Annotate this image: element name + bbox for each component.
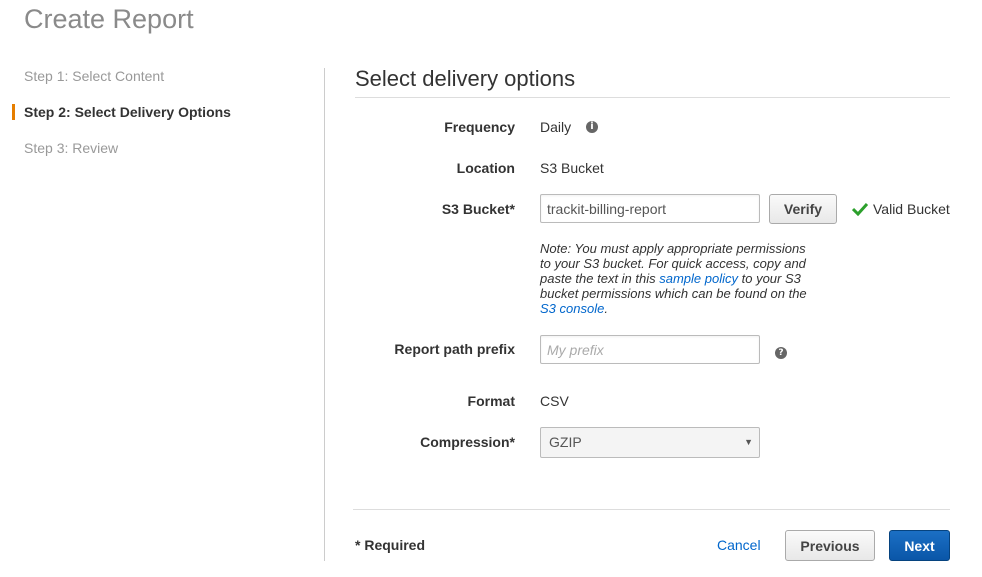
frequency-label: Frequency bbox=[444, 119, 515, 135]
format-label: Format bbox=[467, 393, 515, 409]
section-title: Select delivery options bbox=[355, 66, 576, 91]
page-title: Create Report bbox=[24, 4, 194, 34]
compression-select[interactable]: GZIP ▼ bbox=[540, 427, 760, 458]
frequency-value: Daily bbox=[540, 119, 572, 135]
cancel-link[interactable]: Cancel bbox=[717, 537, 761, 553]
vertical-divider bbox=[324, 68, 325, 561]
wizard-steps: Step 1: Select Content Step 2: Select De… bbox=[12, 64, 312, 172]
s3-permission-note: Note: You must apply appropriate permiss… bbox=[540, 241, 815, 316]
required-note: * Required bbox=[355, 537, 426, 553]
checkmark-icon bbox=[852, 202, 868, 216]
step-review[interactable]: Step 3: Review bbox=[12, 136, 312, 172]
report-path-prefix-label: Report path prefix bbox=[394, 341, 515, 357]
s3-console-link[interactable]: S3 console bbox=[540, 301, 604, 316]
compression-selected-value: GZIP bbox=[549, 434, 582, 450]
info-icon[interactable]: i bbox=[586, 121, 598, 133]
step-select-content[interactable]: Step 1: Select Content bbox=[12, 64, 312, 100]
section-divider bbox=[355, 97, 950, 98]
step-select-delivery-options[interactable]: Step 2: Select Delivery Options bbox=[12, 100, 312, 136]
compression-label: Compression* bbox=[420, 434, 515, 450]
valid-bucket-status: Valid Bucket bbox=[852, 201, 950, 217]
caret-down-icon: ▼ bbox=[744, 437, 753, 447]
footer-divider bbox=[353, 509, 950, 510]
valid-bucket-text: Valid Bucket bbox=[873, 201, 950, 217]
location-value: S3 Bucket bbox=[540, 160, 604, 176]
previous-button[interactable]: Previous bbox=[785, 530, 875, 561]
question-circle-icon[interactable]: ? bbox=[775, 347, 787, 359]
verify-button[interactable]: Verify bbox=[769, 194, 837, 224]
next-button[interactable]: Next bbox=[889, 530, 950, 561]
s3-bucket-input[interactable] bbox=[540, 194, 760, 223]
note-text-3: . bbox=[604, 301, 608, 316]
sample-policy-link[interactable]: sample policy bbox=[659, 271, 738, 286]
report-path-prefix-input[interactable] bbox=[540, 335, 760, 364]
location-label: Location bbox=[456, 160, 515, 176]
format-value: CSV bbox=[540, 393, 569, 409]
s3-bucket-label: S3 Bucket* bbox=[441, 201, 515, 217]
